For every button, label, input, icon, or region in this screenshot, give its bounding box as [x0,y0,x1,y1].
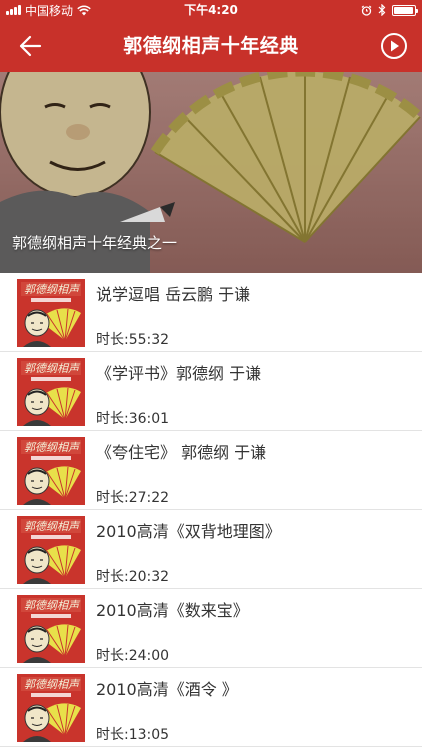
item-title: 2010高清《数来宝》 [96,601,249,620]
banner[interactable]: 郭德纲相声十年经典之一 [0,72,422,273]
back-button[interactable] [14,30,46,62]
list-item[interactable]: 郭德纲相声 《夸住宅》 郭德纲 于谦 时长:27:22 [0,431,422,510]
item-title: 2010高清《酒令 》 [96,680,238,699]
item-duration: 时长:13:05 [96,727,170,743]
item-duration: 时长:27:22 [96,490,170,506]
list-item[interactable]: 郭德纲相声 2010高清《数来宝》 时长:24:00 [0,589,422,668]
banner-caption: 郭德纲相声十年经典之一 [12,234,178,252]
episode-list: 郭德纲相声 说学逗唱 岳云鹏 于谦 时长:55:32 郭德纲相声 《学评书》郭德… [0,273,422,747]
svg-text:郭德纲相声: 郭德纲相声 [24,599,81,612]
thumbnail-image: 郭德纲相声 [17,437,85,505]
list-item[interactable]: 郭德纲相声 2010高清《酒令 》 时长:13:05 [0,668,422,747]
item-title: 《夸住宅》 郭德纲 于谦 [96,443,267,462]
item-duration: 时长:20:32 [96,569,170,585]
item-title: 说学逗唱 岳云鹏 于谦 [96,285,251,304]
thumbnail-image: 郭德纲相声 [17,595,85,663]
list-item[interactable]: 郭德纲相声 说学逗唱 岳云鹏 于谦 时长:55:32 [0,273,422,352]
svg-text:郭德纲相声: 郭德纲相声 [24,441,81,454]
svg-text:郭德纲相声: 郭德纲相声 [24,283,81,296]
status-time: 下午4:20 [184,3,238,17]
bluetooth-icon [378,4,386,16]
item-title: 《学评书》郭德纲 于谦 [96,364,262,383]
page-title: 郭德纲相声十年经典 [123,35,299,57]
svg-text:郭德纲相声: 郭德纲相声 [24,362,81,375]
svg-text:郭德纲相声: 郭德纲相声 [24,678,81,691]
item-duration: 时长:24:00 [96,648,170,664]
item-duration: 时长:55:32 [96,332,170,348]
battery-icon [392,4,418,16]
item-title: 2010高清《双背地理图》 [96,522,281,541]
play-circle-icon [381,33,407,59]
back-arrow-icon [19,35,42,57]
thumbnail-image: 郭德纲相声 [17,516,85,584]
list-item[interactable]: 郭德纲相声 《学评书》郭德纲 于谦 时长:36:01 [0,352,422,431]
thumbnail-image: 郭德纲相声 [17,674,85,742]
alarm-icon [361,5,372,16]
thumbnail-image: 郭德纲相声 [17,279,85,347]
play-all-button[interactable] [380,32,408,60]
nav-bar: 郭德纲相声十年经典 [0,20,422,72]
svg-text:郭德纲相声: 郭德纲相声 [24,520,81,533]
thumbnail-image: 郭德纲相声 [17,358,85,426]
status-bar: 中国移动 下午4:20 [0,0,422,20]
list-item[interactable]: 郭德纲相声 2010高清《双背地理图》 时长:20:32 [0,510,422,589]
item-duration: 时长:36:01 [96,411,170,427]
status-right [361,0,418,20]
